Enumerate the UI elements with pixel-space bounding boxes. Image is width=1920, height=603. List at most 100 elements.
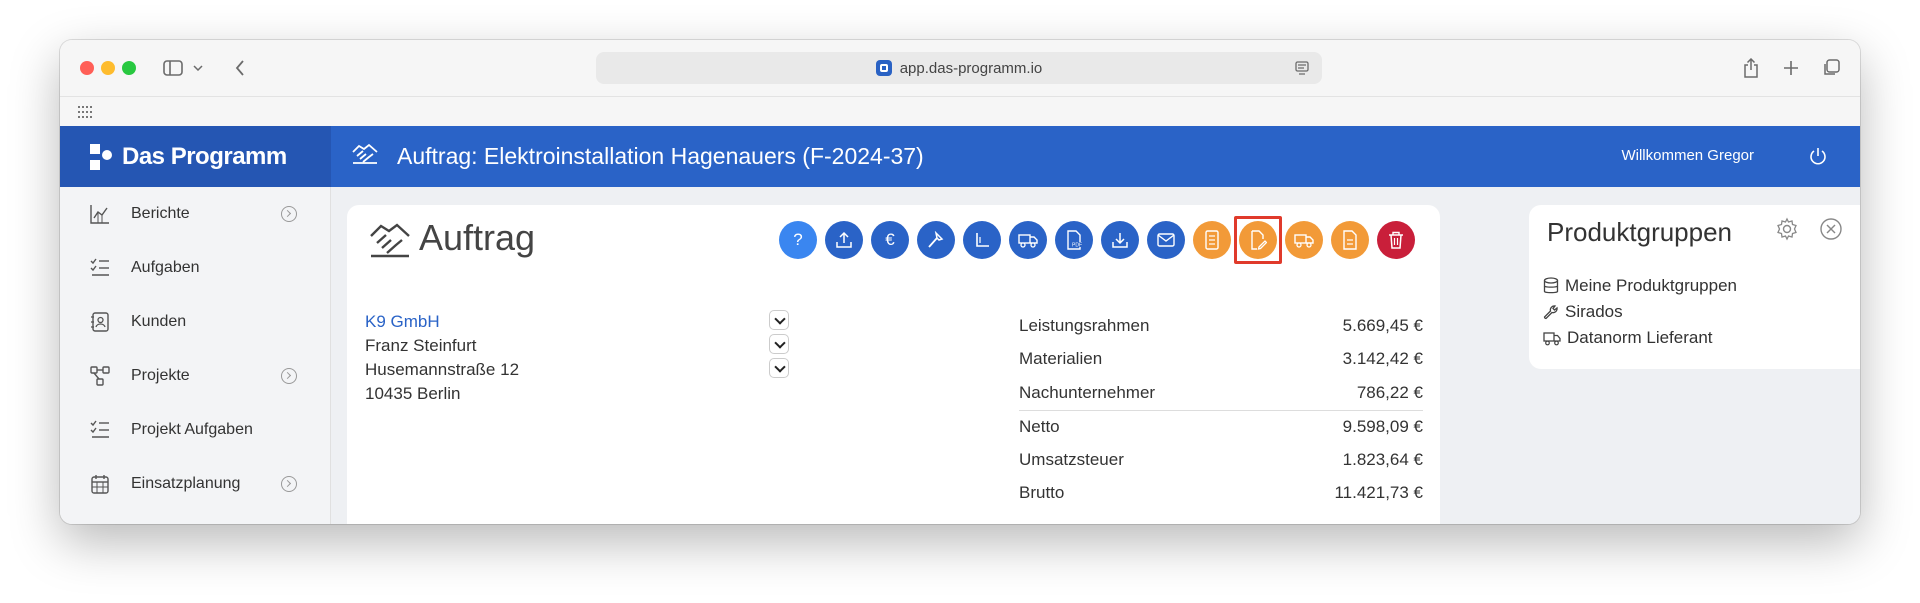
totals-row: Brutto 11.421,73 € xyxy=(1019,483,1423,503)
mail-button[interactable] xyxy=(1147,221,1185,259)
chevron-right-icon[interactable] xyxy=(281,206,297,222)
customer-contact: Franz Steinfurt xyxy=(365,336,477,355)
sidebar-toggle-icon[interactable] xyxy=(162,56,184,80)
totals-row: Materialien 3.142,42 € xyxy=(1019,349,1423,369)
hammer-icon xyxy=(928,231,944,248)
chevron-right-icon[interactable] xyxy=(281,368,297,384)
help-icon: ? xyxy=(793,230,803,249)
angle-icon xyxy=(976,233,989,247)
tab-overview-icon[interactable] xyxy=(1820,56,1842,80)
sidebar-item-projekt-aufgaben[interactable]: Projekt Aufgaben xyxy=(60,403,330,457)
document-icon xyxy=(1205,230,1219,250)
pdf-button[interactable]: PDF xyxy=(1055,221,1093,259)
checklist-icon xyxy=(90,420,110,440)
minimize-window-button[interactable] xyxy=(101,61,115,75)
product-groups-list: Meine Produktgruppen Sirados Datanorm Li… xyxy=(1543,273,1737,351)
address-select-dropdown[interactable] xyxy=(769,358,789,378)
welcome-text: Willkommen Gregor xyxy=(1621,147,1754,164)
page-title: Auftrag: Elektroinstallation Hagenauers … xyxy=(397,143,924,169)
hammer-button[interactable] xyxy=(917,221,955,259)
maximize-window-button[interactable] xyxy=(122,61,136,75)
customer-company-link[interactable]: K9 GmbH xyxy=(365,310,519,334)
handshake-icon xyxy=(369,222,411,263)
sidebar-item-label: Einsatzplanung xyxy=(131,475,241,492)
angle-button[interactable] xyxy=(963,221,1001,259)
wrench-icon xyxy=(1543,305,1558,320)
order-card: Auftrag ? € PDF K9 GmbH Franz Steinfurt … xyxy=(347,205,1440,524)
truck-button[interactable] xyxy=(1009,221,1047,259)
upload-button[interactable] xyxy=(825,221,863,259)
sidebar-item-einsatzplanung[interactable]: Einsatzplanung xyxy=(60,457,330,511)
customer-address: K9 GmbH Franz Steinfurt Husemannstraße 1… xyxy=(365,310,519,406)
totals-row: Netto 9.598,09 € xyxy=(1019,409,1423,444)
sidebar: Berichte Aufgaben Kunden Projekte Projek… xyxy=(60,187,331,524)
contact-select-dropdown[interactable] xyxy=(769,334,789,354)
app-logo[interactable]: Das Programm xyxy=(60,126,331,187)
project-tree-icon xyxy=(90,366,110,386)
totals-row: Nachunternehmer 786,22 € xyxy=(1019,382,1423,402)
close-window-button[interactable] xyxy=(80,61,94,75)
new-tab-icon[interactable] xyxy=(1780,56,1802,80)
company-select-dropdown[interactable] xyxy=(769,310,789,330)
sidebar-item-label: Aufgaben xyxy=(131,259,200,276)
file-icon xyxy=(1343,230,1357,250)
highlight-frame xyxy=(1234,216,1282,264)
contact-card-icon xyxy=(90,312,110,332)
delivery-truck-icon xyxy=(1294,234,1314,248)
pdf-icon: PDF xyxy=(1067,230,1082,250)
delete-button[interactable] xyxy=(1377,221,1415,259)
logout-power-icon[interactable] xyxy=(1808,146,1828,171)
logo-text: Das Programm xyxy=(122,142,287,170)
browser-window: app.das-programm.io Das Programm Auftrag… xyxy=(60,40,1860,524)
chevron-down-icon[interactable] xyxy=(191,56,205,80)
customer-street: Husemannstraße 12 xyxy=(365,360,520,379)
url-text: app.das-programm.io xyxy=(899,59,1043,77)
euro-icon: € xyxy=(885,230,895,249)
delivery-truck-button[interactable] xyxy=(1285,221,1323,259)
reader-icon[interactable] xyxy=(1294,60,1310,80)
sidebar-item-label: Berichte xyxy=(131,205,190,222)
document-button[interactable] xyxy=(1193,221,1231,259)
sidebar-item-projekte[interactable]: Projekte xyxy=(60,349,330,403)
sidebar-item-aufgaben[interactable]: Aufgaben xyxy=(60,241,330,295)
share-icon[interactable] xyxy=(1740,56,1762,80)
sidebar-item-label: Projekte xyxy=(131,367,190,384)
logo-icon xyxy=(88,142,114,172)
download-button[interactable] xyxy=(1101,221,1139,259)
handshake-icon xyxy=(351,143,379,170)
panel-title: Produktgruppen xyxy=(1547,217,1733,247)
product-group-item[interactable]: Meine Produktgruppen xyxy=(1543,273,1737,299)
back-icon[interactable] xyxy=(230,56,250,80)
address-bar[interactable]: app.das-programm.io xyxy=(596,52,1322,84)
totals-row: Umsatzsteuer 1.823,64 € xyxy=(1019,449,1423,469)
browser-titlebar: app.das-programm.io xyxy=(60,40,1860,96)
file-button[interactable] xyxy=(1331,221,1369,259)
euro-button[interactable]: € xyxy=(871,221,909,259)
upload-icon xyxy=(836,231,852,248)
truck-icon xyxy=(1018,234,1038,248)
sidebar-item-kunden[interactable]: Kunden xyxy=(60,295,330,349)
gear-icon[interactable] xyxy=(1775,217,1799,246)
calendar-icon xyxy=(90,474,110,494)
product-group-item[interactable]: Sirados xyxy=(1543,299,1737,325)
site-favicon-icon xyxy=(875,60,892,76)
order-title: Auftrag xyxy=(419,217,536,258)
sidebar-item-label: Projekt Aufgaben xyxy=(131,421,253,438)
truck-icon xyxy=(1543,331,1561,345)
sidebar-item-berichte[interactable]: Berichte xyxy=(60,187,330,241)
help-button[interactable]: ? xyxy=(779,221,817,259)
chevron-right-icon[interactable] xyxy=(281,476,297,492)
apps-grid-icon[interactable] xyxy=(78,105,92,123)
mail-icon xyxy=(1157,233,1175,247)
close-icon[interactable] xyxy=(1819,217,1843,246)
product-group-item[interactable]: Datanorm Lieferant xyxy=(1543,325,1737,351)
customer-city: 10435 Berlin xyxy=(365,384,461,403)
checklist-icon xyxy=(90,258,110,278)
chart-icon xyxy=(90,204,110,224)
app-header: Auftrag: Elektroinstallation Hagenauers … xyxy=(331,126,1860,187)
database-icon xyxy=(1543,277,1559,294)
download-icon xyxy=(1112,233,1128,248)
svg-text:PDF: PDF xyxy=(1072,243,1082,249)
totals-row: Leistungsrahmen 5.669,45 € xyxy=(1019,315,1423,335)
product-groups-panel: Produktgruppen Meine Produktgruppen Sira… xyxy=(1529,205,1860,369)
